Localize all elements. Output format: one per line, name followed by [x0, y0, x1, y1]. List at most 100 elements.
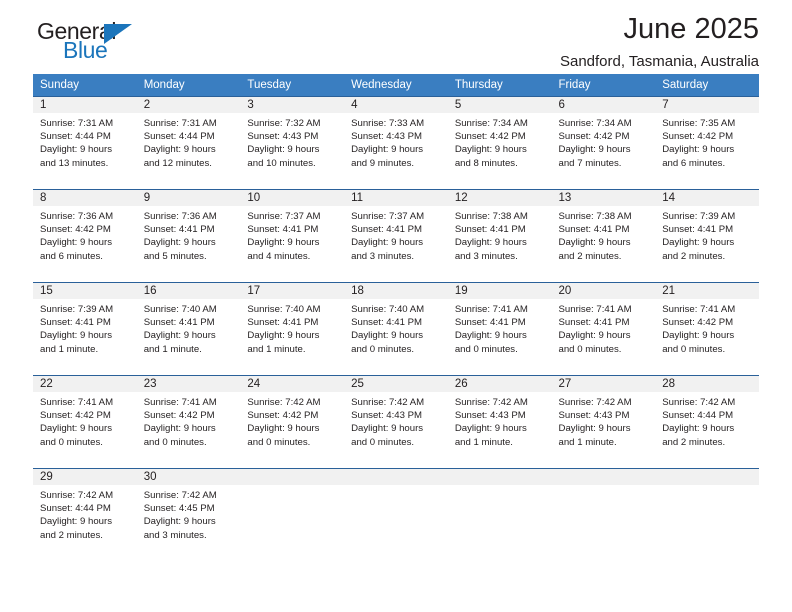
daylight-text-line1: Daylight: 9 hours — [454, 237, 527, 249]
sunrise-text: Sunrise: 7:42 AM — [247, 397, 321, 408]
day-number-band: 25 — [344, 376, 448, 392]
day-cell[interactable]: 6 Sunrise: 7:34 AM Sunset: 4:42 PM Daylight… — [551, 96, 656, 190]
empty-day-cell — [655, 468, 759, 561]
sunset-text: Sunset: 4:41 PM — [40, 317, 111, 329]
daylight-text-line1: Daylight: 9 hours — [351, 237, 424, 249]
weekday-header-friday: Friday — [551, 74, 656, 97]
day-number-band: 20 — [551, 283, 656, 299]
sunset-text: Sunset: 4:44 PM — [40, 503, 111, 515]
daylight-text-line2: and 0 minutes. — [454, 343, 518, 355]
daylight-text-line2: and 0 minutes. — [662, 343, 726, 355]
sunset-text: Sunset: 4:42 PM — [40, 224, 111, 236]
brand-logo[interactable]: General Blue — [33, 20, 233, 70]
day-number: 7 — [662, 99, 669, 111]
day-cell[interactable]: 30 Sunrise: 7:42 AM Sunset: 4:45 PM Dayligh… — [136, 468, 241, 561]
sunset-text: Sunset: 4:41 PM — [454, 317, 526, 329]
day-cell[interactable]: 12 Sunrise: 7:38 AM Sunset: 4:41 PM Dayligh… — [447, 189, 552, 283]
day-cell[interactable]: 1 Sunrise: 7:31 AM Sunset: 4:44 PM Daylight… — [33, 96, 137, 190]
day-cell[interactable]: 19 Sunrise: 7:41 AM Sunset: 4:41 PM Dayligh… — [447, 282, 552, 376]
day-cell[interactable]: 16 Sunrise: 7:40 AM Sunset: 4:41 PM Dayligh… — [136, 282, 241, 376]
day-cell[interactable]: 18 Sunrise: 7:40 AM Sunset: 4:41 PM Dayligh… — [344, 282, 448, 376]
sunrise-text: Sunrise: 7:40 AM — [351, 304, 425, 315]
daylight-text-line1: Daylight: 9 hours — [662, 423, 735, 435]
daylight-text-line1: Daylight: 9 hours — [247, 144, 320, 156]
day-cell[interactable]: 9 Sunrise: 7:36 AM Sunset: 4:41 PM Daylight… — [136, 189, 241, 283]
day-cell-body: Sunrise: 7:33 AM Sunset: 4:43 PM Daylight:… — [344, 113, 448, 189]
sunrise-text: Sunrise: 7:35 AM — [662, 118, 736, 129]
day-cell-body — [655, 485, 759, 561]
day-cell[interactable]: 10 Sunrise: 7:37 AM Sunset: 4:41 PM Dayligh… — [240, 189, 345, 283]
sunrise-text: Sunrise: 7:41 AM — [454, 304, 528, 315]
day-cell-body: Sunrise: 7:38 AM Sunset: 4:41 PM Daylight:… — [552, 206, 656, 282]
daylight-text-line1: Daylight: 9 hours — [454, 330, 527, 342]
day-cell-body: Sunrise: 7:42 AM Sunset: 4:44 PM Daylight:… — [655, 392, 759, 468]
sunrise-text: Sunrise: 7:41 AM — [662, 304, 736, 315]
day-cell[interactable]: 23 Sunrise: 7:41 AM Sunset: 4:42 PM Dayligh… — [136, 375, 241, 469]
sunset-text: Sunset: 4:42 PM — [662, 131, 734, 143]
day-cell[interactable]: 25 Sunrise: 7:42 AM Sunset: 4:43 PM Dayligh… — [344, 375, 448, 469]
day-number: 6 — [558, 99, 565, 111]
daylight-text-line2: and 2 minutes. — [40, 529, 103, 541]
daylight-text-line1: Daylight: 9 hours — [143, 516, 216, 528]
day-cell-body: Sunrise: 7:41 AM Sunset: 4:42 PM Daylight:… — [137, 392, 241, 468]
day-number: 3 — [247, 99, 254, 111]
daylight-text-line1: Daylight: 9 hours — [247, 423, 320, 435]
day-cell[interactable]: 13 Sunrise: 7:38 AM Sunset: 4:41 PM Dayligh… — [551, 189, 656, 283]
day-cell[interactable]: 29 Sunrise: 7:42 AM Sunset: 4:44 PM Dayligh… — [33, 468, 137, 561]
day-cell[interactable]: 3 Sunrise: 7:32 AM Sunset: 4:43 PM Daylight… — [240, 96, 345, 190]
daylight-text-line1: Daylight: 9 hours — [143, 423, 216, 435]
day-cell[interactable]: 28 Sunrise: 7:42 AM Sunset: 4:44 PM Dayligh… — [655, 375, 759, 469]
day-number: 2 — [143, 99, 151, 111]
day-cell[interactable]: 22 Sunrise: 7:41 AM Sunset: 4:42 PM Dayligh… — [33, 375, 137, 469]
day-number-band: 30 — [136, 469, 241, 485]
day-cell[interactable]: 20 Sunrise: 7:41 AM Sunset: 4:41 PM Dayligh… — [551, 282, 656, 376]
sunrise-text: Sunrise: 7:40 AM — [143, 304, 217, 315]
day-cell[interactable]: 17 Sunrise: 7:40 AM Sunset: 4:41 PM Dayligh… — [240, 282, 345, 376]
daylight-text-line1: Daylight: 9 hours — [558, 330, 631, 342]
day-number: 27 — [558, 378, 572, 390]
day-cell-body: Sunrise: 7:42 AM Sunset: 4:43 PM Daylight:… — [344, 392, 448, 468]
daylight-text-line1: Daylight: 9 hours — [247, 237, 320, 249]
calendar-week-row: 1 Sunrise: 7:31 AM Sunset: 4:44 PM Daylight… — [33, 96, 759, 190]
day-cell-body: Sunrise: 7:37 AM Sunset: 4:41 PM Daylight:… — [240, 206, 344, 282]
sunrise-text: Sunrise: 7:40 AM — [247, 304, 321, 315]
daylight-text-line2: and 1 minute. — [558, 436, 617, 448]
sunrise-text: Sunrise: 7:39 AM — [662, 211, 736, 222]
day-cell[interactable]: 15 Sunrise: 7:39 AM Sunset: 4:41 PM Dayligh… — [33, 282, 137, 376]
day-number-band: 19 — [447, 283, 552, 299]
daylight-text-line2: and 8 minutes. — [454, 157, 518, 169]
day-cell[interactable]: 4 Sunrise: 7:33 AM Sunset: 4:43 PM Daylight… — [344, 96, 448, 190]
sunset-text: Sunset: 4:44 PM — [143, 131, 215, 143]
day-cell[interactable]: 5 Sunrise: 7:34 AM Sunset: 4:42 PM Daylight… — [447, 96, 552, 190]
daylight-text-line2: and 0 minutes. — [143, 436, 207, 448]
day-cell[interactable]: 27 Sunrise: 7:42 AM Sunset: 4:43 PM Dayligh… — [551, 375, 656, 469]
day-cell[interactable]: 14 Sunrise: 7:39 AM Sunset: 4:41 PM Dayligh… — [655, 189, 759, 283]
day-cell[interactable]: 2 Sunrise: 7:31 AM Sunset: 4:44 PM Daylight… — [136, 96, 241, 190]
day-cell[interactable]: 26 Sunrise: 7:42 AM Sunset: 4:43 PM Dayligh… — [447, 375, 552, 469]
page-header: General Blue June 2025 Sandford, Tasmani… — [33, 0, 759, 74]
calendar-week-row: 22 Sunrise: 7:41 AM Sunset: 4:42 PM Dayligh… — [33, 375, 759, 469]
sunrise-text: Sunrise: 7:38 AM — [454, 211, 528, 222]
sunset-text: Sunset: 4:43 PM — [454, 410, 526, 422]
day-cell-body — [344, 485, 448, 561]
calendar-week-row: 15 Sunrise: 7:39 AM Sunset: 4:41 PM Dayligh… — [33, 282, 759, 376]
day-cell[interactable]: 21 Sunrise: 7:41 AM Sunset: 4:42 PM Dayligh… — [655, 282, 759, 376]
daylight-text-line2: and 0 minutes. — [247, 436, 311, 448]
sunset-text: Sunset: 4:43 PM — [247, 131, 319, 143]
sunset-text: Sunset: 4:41 PM — [247, 317, 319, 329]
day-number: 4 — [351, 99, 358, 111]
sunset-text: Sunset: 4:43 PM — [351, 410, 423, 422]
day-cell[interactable]: 24 Sunrise: 7:42 AM Sunset: 4:42 PM Dayligh… — [240, 375, 345, 469]
daylight-text-line2: and 0 minutes. — [558, 343, 622, 355]
title-block: June 2025 Sandford, Tasmania, Australia — [560, 13, 759, 70]
day-cell-body: Sunrise: 7:41 AM Sunset: 4:42 PM Daylight:… — [33, 392, 137, 468]
day-cell[interactable]: 8 Sunrise: 7:36 AM Sunset: 4:42 PM Daylight… — [33, 189, 137, 283]
sunset-text: Sunset: 4:43 PM — [351, 131, 423, 143]
day-cell[interactable]: 11 Sunrise: 7:37 AM Sunset: 4:41 PM Dayligh… — [344, 189, 448, 283]
sunrise-text: Sunrise: 7:31 AM — [143, 118, 217, 129]
day-number: 12 — [454, 192, 468, 204]
day-cell[interactable]: 7 Sunrise: 7:35 AM Sunset: 4:42 PM Daylight… — [655, 96, 759, 190]
sunset-text: Sunset: 4:42 PM — [558, 131, 630, 143]
day-number-band: 12 — [447, 190, 552, 206]
daylight-text-line1: Daylight: 9 hours — [143, 330, 216, 342]
